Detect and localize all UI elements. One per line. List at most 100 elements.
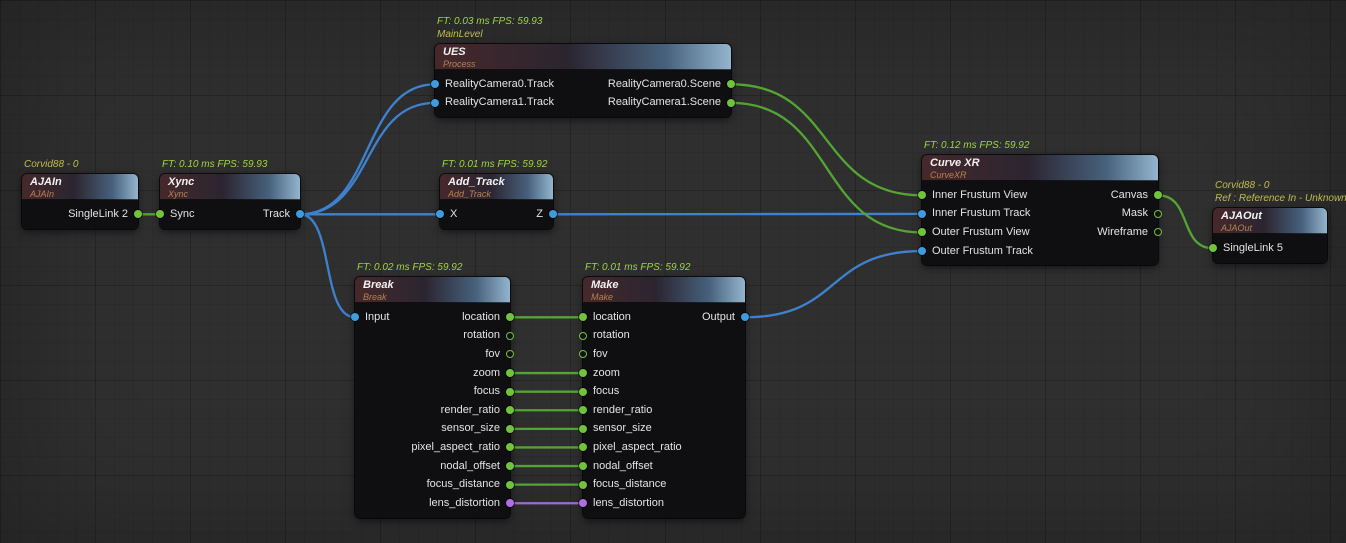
node-CurveXR[interactable]: FT: 0.12 ms FPS: 59.92Curve XRCurveXRInn… bbox=[922, 155, 1158, 265]
output-pin[interactable] bbox=[506, 406, 514, 414]
pin-label: RealityCamera1.Track bbox=[445, 97, 554, 108]
node-title: Add_Track bbox=[448, 177, 547, 188]
input-pin[interactable] bbox=[156, 210, 164, 218]
input-pin[interactable] bbox=[918, 247, 926, 255]
node-row: render_ratio bbox=[355, 401, 510, 420]
input-pin[interactable] bbox=[579, 369, 587, 377]
input-pin[interactable] bbox=[431, 80, 439, 88]
node-row: zoom bbox=[355, 364, 510, 383]
wire[interactable] bbox=[300, 84, 435, 214]
output-pin[interactable] bbox=[506, 313, 514, 321]
output-pin[interactable] bbox=[506, 425, 514, 433]
input-pin[interactable] bbox=[579, 481, 587, 489]
node-body: RealityCamera0.Track RealityCamera0.Scene… bbox=[435, 70, 731, 117]
input-pin[interactable] bbox=[918, 228, 926, 236]
output-pin[interactable] bbox=[506, 388, 514, 396]
node-row: sensor_size bbox=[583, 420, 745, 439]
node-annotations: FT: 0.01 ms FPS: 59.92 bbox=[442, 159, 547, 172]
output-pin[interactable] bbox=[506, 499, 514, 507]
node-Xync[interactable]: FT: 0.10 ms FPS: 59.93XyncXyncSyncTrack bbox=[160, 174, 300, 229]
node-annotation: FT: 0.02 ms FPS: 59.92 bbox=[357, 262, 462, 275]
node-header[interactable]: Curve XRCurveXR bbox=[922, 155, 1158, 181]
input-pin[interactable] bbox=[579, 462, 587, 470]
input-pin[interactable] bbox=[579, 406, 587, 414]
input-pin[interactable] bbox=[351, 313, 359, 321]
pin-label: location bbox=[462, 312, 500, 323]
node-header[interactable]: BreakBreak bbox=[355, 277, 510, 303]
input-pin[interactable] bbox=[918, 210, 926, 218]
input-pin[interactable] bbox=[431, 99, 439, 107]
node-AJAOut[interactable]: Corvid88 - 0Ref : Reference In - Unknown… bbox=[1213, 208, 1327, 263]
pin-label: focus bbox=[593, 386, 619, 397]
node-annotations: FT: 0.10 ms FPS: 59.93 bbox=[162, 159, 267, 172]
node-AddTrack[interactable]: FT: 0.01 ms FPS: 59.92Add_TrackAdd_Track… bbox=[440, 174, 553, 229]
output-pin[interactable] bbox=[134, 210, 142, 218]
pin-label: lens_distortion bbox=[429, 498, 500, 509]
node-header[interactable]: MakeMake bbox=[583, 277, 745, 303]
pin-label: fov bbox=[485, 349, 500, 360]
input-pin[interactable] bbox=[1209, 244, 1217, 252]
node-subtitle: AJAIn bbox=[30, 189, 132, 199]
output-pin[interactable] bbox=[506, 481, 514, 489]
input-pin[interactable] bbox=[579, 350, 587, 358]
node-row: focus bbox=[583, 382, 745, 401]
input-pin[interactable] bbox=[918, 191, 926, 199]
node-title: AJAIn bbox=[30, 177, 132, 188]
output-pin[interactable] bbox=[506, 462, 514, 470]
pin-label: nodal_offset bbox=[593, 461, 653, 472]
pin-label: nodal_offset bbox=[440, 461, 500, 472]
node-header[interactable]: UESProcess bbox=[435, 44, 731, 70]
output-pin[interactable] bbox=[296, 210, 304, 218]
output-pin[interactable] bbox=[549, 210, 557, 218]
node-annotation: MainLevel bbox=[437, 29, 542, 42]
output-pin[interactable] bbox=[506, 443, 514, 451]
pin-label: zoom bbox=[593, 368, 620, 379]
output-pin[interactable] bbox=[506, 350, 514, 358]
pin-label: zoom bbox=[473, 368, 500, 379]
node-row: zoom bbox=[583, 364, 745, 383]
node-graph-canvas[interactable]: Corvid88 - 0AJAInAJAInSingleLink 2 FT: 0.… bbox=[0, 0, 1346, 543]
node-row: Outer Frustum ViewWireframe bbox=[922, 223, 1158, 242]
node-annotation: Ref : Reference In - Unknown bbox=[1215, 193, 1346, 206]
output-pin[interactable] bbox=[1154, 191, 1162, 199]
wire[interactable] bbox=[1158, 195, 1213, 248]
node-row: lens_distortion bbox=[583, 494, 745, 513]
output-pin[interactable] bbox=[1154, 228, 1162, 236]
pin-label: Outer Frustum View bbox=[932, 227, 1030, 238]
output-pin[interactable] bbox=[741, 313, 749, 321]
input-pin[interactable] bbox=[579, 499, 587, 507]
wire[interactable] bbox=[731, 84, 922, 195]
input-pin[interactable] bbox=[579, 425, 587, 433]
wire[interactable] bbox=[745, 251, 922, 317]
input-pin[interactable] bbox=[579, 313, 587, 321]
input-pin[interactable] bbox=[579, 388, 587, 396]
node-UES[interactable]: FT: 0.03 ms FPS: 59.93MainLevelUESProces… bbox=[435, 44, 731, 117]
node-header[interactable]: AJAOutAJAOut bbox=[1213, 208, 1327, 234]
node-subtitle: Process bbox=[443, 59, 725, 69]
pin-label: Track bbox=[263, 209, 290, 220]
node-Break[interactable]: FT: 0.02 ms FPS: 59.92BreakBreakInputloc… bbox=[355, 277, 510, 518]
input-pin[interactable] bbox=[579, 443, 587, 451]
input-pin[interactable] bbox=[579, 332, 587, 340]
output-pin[interactable] bbox=[506, 369, 514, 377]
node-row: rotation bbox=[583, 327, 745, 346]
node-header[interactable]: AJAInAJAIn bbox=[22, 174, 138, 200]
node-header[interactable]: Add_TrackAdd_Track bbox=[440, 174, 553, 200]
wire[interactable] bbox=[300, 214, 355, 317]
node-annotations: FT: 0.12 ms FPS: 59.92 bbox=[924, 140, 1029, 153]
wire[interactable] bbox=[300, 103, 435, 214]
node-annotation: FT: 0.12 ms FPS: 59.92 bbox=[924, 140, 1029, 153]
output-pin[interactable] bbox=[506, 332, 514, 340]
pin-label: RealityCamera0.Track bbox=[445, 79, 554, 90]
pin-label: RealityCamera0.Scene bbox=[608, 79, 721, 90]
node-annotations: FT: 0.02 ms FPS: 59.92 bbox=[357, 262, 462, 275]
input-pin[interactable] bbox=[436, 210, 444, 218]
pin-label: render_ratio bbox=[441, 405, 500, 416]
node-AJAIn[interactable]: Corvid88 - 0AJAInAJAInSingleLink 2 bbox=[22, 174, 138, 229]
node-row: SingleLink 5 bbox=[1213, 239, 1327, 258]
output-pin[interactable] bbox=[727, 80, 735, 88]
node-header[interactable]: XyncXync bbox=[160, 174, 300, 200]
output-pin[interactable] bbox=[1154, 210, 1162, 218]
node-Make[interactable]: FT: 0.01 ms FPS: 59.92MakeMakelocationOu… bbox=[583, 277, 745, 518]
output-pin[interactable] bbox=[727, 99, 735, 107]
